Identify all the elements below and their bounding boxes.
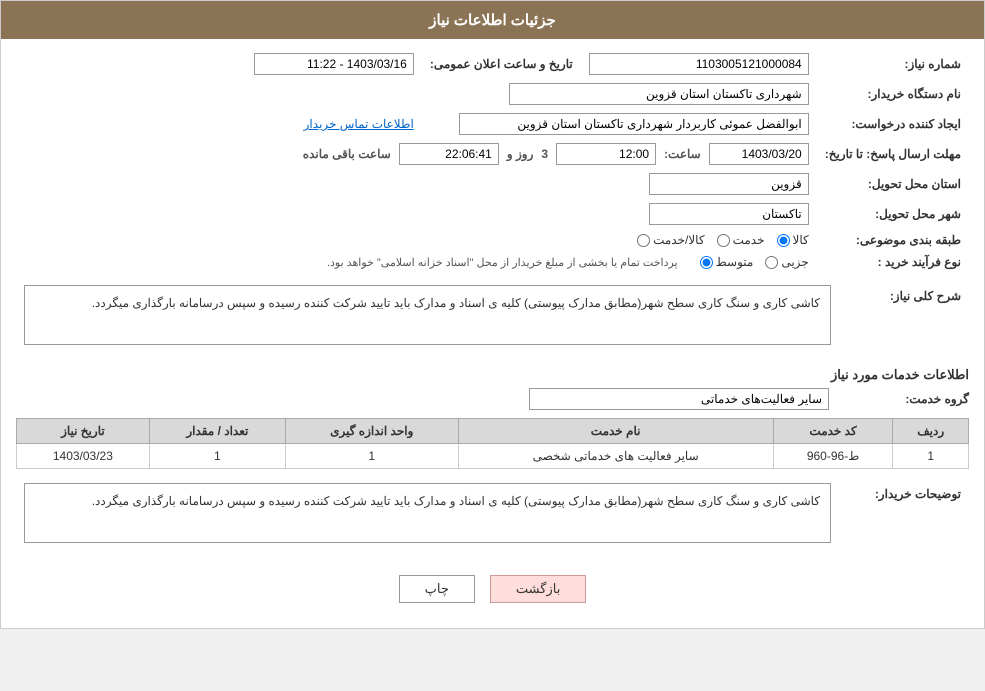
- remaining-input[interactable]: [399, 143, 499, 165]
- announce-cell: [16, 49, 422, 79]
- cell-date: 1403/03/23: [17, 444, 150, 469]
- category-kala-radio[interactable]: [777, 234, 790, 247]
- buyer-org-label: نام دستگاه خریدار:: [817, 79, 969, 109]
- group-row: گروه خدمت:: [16, 388, 969, 410]
- buyer-notes-cell: کاشی کاری و سنگ کاری سطح شهر(مطابق مدارک…: [16, 479, 839, 557]
- col-row: ردیف: [893, 419, 969, 444]
- col-qty: تعداد / مقدار: [149, 419, 285, 444]
- process-label: نوع فرآیند خرید :: [817, 251, 969, 273]
- main-info-table: شماره نیاز: تاریخ و ساعت اعلان عمومی: نا…: [16, 49, 969, 273]
- cell-qty: 1: [149, 444, 285, 469]
- general-desc-label: شرح کلی نیاز:: [839, 281, 969, 359]
- buyer-notes-label: توضیحات خریدار:: [839, 479, 969, 557]
- process-motavasset-item[interactable]: متوسط: [700, 255, 754, 269]
- announce-input[interactable]: [254, 53, 414, 75]
- group-input[interactable]: [529, 388, 829, 410]
- category-both-item[interactable]: کالا/خدمت: [637, 233, 704, 247]
- need-number-label: شماره نیاز:: [817, 49, 969, 79]
- deadline-row-cell: ساعت: 3 روز و ساعت باقی مانده: [16, 139, 817, 169]
- category-both-label: کالا/خدمت: [653, 233, 704, 247]
- category-khadamat-item[interactable]: خدمت: [717, 233, 765, 247]
- cell-unit: 1: [285, 444, 458, 469]
- need-number-input[interactable]: [589, 53, 809, 75]
- buyer-org-cell: [16, 79, 817, 109]
- city-label: شهر محل تحویل:: [817, 199, 969, 229]
- province-label: استان محل تحویل:: [817, 169, 969, 199]
- city-input[interactable]: [649, 203, 809, 225]
- services-table: ردیف کد خدمت نام خدمت واحد اندازه گیری ت…: [16, 418, 969, 469]
- general-desc-box: کاشی کاری و سنگ کاری سطح شهر(مطابق مدارک…: [24, 285, 831, 345]
- page-header: جزئیات اطلاعات نیاز: [1, 1, 984, 39]
- city-cell: [16, 199, 817, 229]
- col-date: تاریخ نیاز: [17, 419, 150, 444]
- table-row: 1 ط-96-960 سایر فعالیت های خدماتی شخصی 1…: [17, 444, 969, 469]
- category-cell: کالا خدمت کالا/خدمت: [16, 229, 817, 251]
- process-jozei-item[interactable]: جزیی: [765, 255, 808, 269]
- deadline-time-input[interactable]: [556, 143, 656, 165]
- category-both-radio[interactable]: [637, 234, 650, 247]
- process-cell: جزیی متوسط پرداخت تمام یا بخشی از مبلغ خ…: [16, 251, 817, 273]
- province-cell: [16, 169, 817, 199]
- buttons-row: بازگشت چاپ: [16, 565, 969, 618]
- need-number-cell: [581, 49, 817, 79]
- category-kala-item[interactable]: کالا: [777, 233, 809, 247]
- general-desc-cell: کاشی کاری و سنگ کاری سطح شهر(مطابق مدارک…: [16, 281, 839, 359]
- process-jozei-radio[interactable]: [765, 256, 778, 269]
- col-name: نام خدمت: [458, 419, 773, 444]
- process-motavasset-label: متوسط: [716, 255, 754, 269]
- group-label: گروه خدمت:: [839, 392, 969, 406]
- time-label: ساعت:: [664, 147, 701, 161]
- category-kala-label: کالا: [793, 233, 809, 247]
- category-khadamat-label: خدمت: [733, 233, 765, 247]
- process-jozei-label: جزیی: [781, 255, 808, 269]
- services-info-title: اطلاعات خدمات مورد نیاز: [16, 367, 969, 383]
- cell-name: سایر فعالیت های خدماتی شخصی: [458, 444, 773, 469]
- col-code: کد خدمت: [773, 419, 893, 444]
- process-note: پرداخت تمام یا بخشی از مبلغ خریدار از مح…: [327, 256, 678, 269]
- cell-code: ط-96-960: [773, 444, 893, 469]
- buyer-org-input[interactable]: [509, 83, 809, 105]
- process-motavasset-radio[interactable]: [700, 256, 713, 269]
- creator-cell: [422, 109, 817, 139]
- print-button[interactable]: چاپ: [399, 575, 475, 603]
- creator-input[interactable]: [459, 113, 809, 135]
- category-label: طبقه بندی موضوعی:: [817, 229, 969, 251]
- back-button[interactable]: بازگشت: [490, 575, 586, 603]
- deadline-date-input[interactable]: [709, 143, 809, 165]
- col-unit: واحد اندازه گیری: [285, 419, 458, 444]
- page-title: جزئیات اطلاعات نیاز: [429, 12, 556, 29]
- days-value: 3: [541, 147, 548, 161]
- send-deadline-label: مهلت ارسال پاسخ: تا تاریخ:: [817, 139, 969, 169]
- cell-row: 1: [893, 444, 969, 469]
- contact-link[interactable]: اطلاعات تماس خریدار: [304, 117, 414, 131]
- desc-table: شرح کلی نیاز: کاشی کاری و سنگ کاری سطح ش…: [16, 281, 969, 359]
- remaining-label: ساعت باقی مانده: [303, 147, 391, 161]
- announce-label: تاریخ و ساعت اعلان عمومی:: [422, 49, 581, 79]
- days-label: روز و: [507, 147, 534, 161]
- province-input[interactable]: [649, 173, 809, 195]
- creator-label: ایجاد کننده درخواست:: [817, 109, 969, 139]
- contact-link-cell: اطلاعات تماس خریدار: [16, 109, 422, 139]
- buyer-notes-table: توضیحات خریدار: کاشی کاری و سنگ کاری سطح…: [16, 479, 969, 557]
- buyer-notes-box: کاشی کاری و سنگ کاری سطح شهر(مطابق مدارک…: [24, 483, 831, 543]
- category-khadamat-radio[interactable]: [717, 234, 730, 247]
